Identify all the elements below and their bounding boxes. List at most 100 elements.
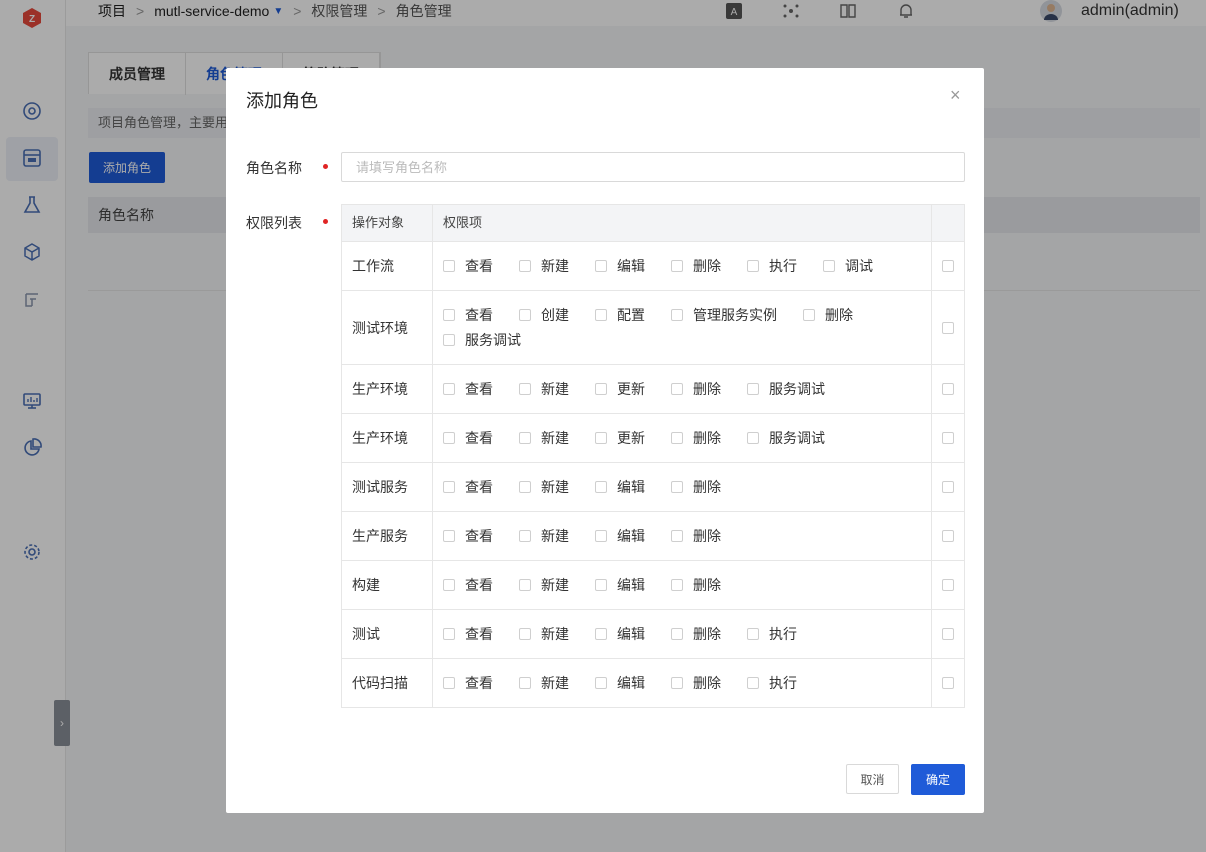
permission-checkbox-item[interactable]: 更新	[595, 430, 645, 446]
checkbox[interactable]	[519, 530, 531, 542]
permission-checkbox-item[interactable]: 创建	[519, 307, 569, 323]
checkbox[interactable]	[671, 383, 683, 395]
permission-checkbox-item[interactable]: 删除	[803, 307, 853, 323]
permission-checkbox-item[interactable]: 删除	[671, 675, 721, 691]
checkbox[interactable]	[671, 432, 683, 444]
checkbox[interactable]	[671, 309, 683, 321]
checkbox[interactable]	[595, 530, 607, 542]
permission-checkbox-item[interactable]: 删除	[671, 577, 721, 593]
checkbox[interactable]	[747, 260, 759, 272]
permission-checkbox-item[interactable]: 新建	[519, 479, 569, 495]
permission-checkbox-item[interactable]: 查看	[443, 307, 493, 323]
cancel-button[interactable]: 取消	[846, 764, 899, 794]
checkbox[interactable]	[671, 677, 683, 689]
checkbox[interactable]	[443, 628, 455, 640]
permission-checkbox-item[interactable]: 新建	[519, 577, 569, 593]
checkbox[interactable]	[519, 579, 531, 591]
select-all-checkbox[interactable]	[942, 432, 954, 444]
permission-checkbox-item[interactable]: 编辑	[595, 577, 645, 593]
permission-checkbox-item[interactable]: 删除	[671, 528, 721, 544]
permission-checkbox-item[interactable]: 执行	[747, 626, 797, 642]
select-all-checkbox[interactable]	[942, 481, 954, 493]
permission-checkbox-item[interactable]: 查看	[443, 430, 493, 446]
permission-checkbox-item[interactable]: 执行	[747, 675, 797, 691]
permission-checkbox-item[interactable]: 新建	[519, 528, 569, 544]
checkbox[interactable]	[443, 309, 455, 321]
permission-checkbox-item[interactable]: 编辑	[595, 258, 645, 274]
checkbox[interactable]	[747, 677, 759, 689]
checkbox[interactable]	[595, 677, 607, 689]
permission-checkbox-item[interactable]: 服务调试	[443, 332, 521, 348]
permission-checkbox-item[interactable]: 配置	[595, 307, 645, 323]
checkbox[interactable]	[443, 579, 455, 591]
checkbox[interactable]	[443, 432, 455, 444]
permission-checkbox-item[interactable]: 新建	[519, 430, 569, 446]
checkbox[interactable]	[519, 481, 531, 493]
permission-checkbox-item[interactable]: 服务调试	[747, 381, 825, 397]
checkbox[interactable]	[595, 628, 607, 640]
checkbox[interactable]	[671, 579, 683, 591]
permission-checkbox-item[interactable]: 查看	[443, 577, 493, 593]
permission-checkbox-item[interactable]: 编辑	[595, 626, 645, 642]
role-name-input[interactable]	[341, 152, 965, 182]
permission-checkbox-item[interactable]: 查看	[443, 479, 493, 495]
checkbox[interactable]	[747, 383, 759, 395]
checkbox[interactable]	[443, 530, 455, 542]
permission-checkbox-item[interactable]: 删除	[671, 430, 721, 446]
permission-checkbox-item[interactable]: 编辑	[595, 675, 645, 691]
checkbox[interactable]	[823, 260, 835, 272]
permission-checkbox-item[interactable]: 新建	[519, 381, 569, 397]
checkbox[interactable]	[443, 260, 455, 272]
checkbox[interactable]	[519, 628, 531, 640]
permission-checkbox-item[interactable]: 新建	[519, 258, 569, 274]
permission-checkbox-item[interactable]: 新建	[519, 675, 569, 691]
close-icon[interactable]: ×	[950, 85, 961, 106]
checkbox[interactable]	[519, 383, 531, 395]
permission-checkbox-item[interactable]: 删除	[671, 626, 721, 642]
select-all-checkbox[interactable]	[942, 677, 954, 689]
select-all-checkbox[interactable]	[942, 383, 954, 395]
permission-checkbox-item[interactable]: 调试	[823, 258, 873, 274]
permission-checkbox-item[interactable]: 删除	[671, 258, 721, 274]
checkbox[interactable]	[747, 432, 759, 444]
checkbox[interactable]	[519, 309, 531, 321]
checkbox[interactable]	[595, 579, 607, 591]
checkbox[interactable]	[519, 260, 531, 272]
checkbox[interactable]	[443, 677, 455, 689]
permission-checkbox-item[interactable]: 查看	[443, 528, 493, 544]
select-all-checkbox[interactable]	[942, 260, 954, 272]
checkbox[interactable]	[671, 481, 683, 493]
checkbox[interactable]	[803, 309, 815, 321]
checkbox[interactable]	[671, 530, 683, 542]
select-all-checkbox[interactable]	[942, 628, 954, 640]
permission-checkbox-item[interactable]: 删除	[671, 381, 721, 397]
checkbox[interactable]	[595, 383, 607, 395]
checkbox[interactable]	[671, 260, 683, 272]
permission-checkbox-item[interactable]: 查看	[443, 381, 493, 397]
confirm-button[interactable]: 确定	[911, 764, 965, 795]
checkbox[interactable]	[595, 481, 607, 493]
permission-checkbox-item[interactable]: 查看	[443, 258, 493, 274]
permission-checkbox-item[interactable]: 删除	[671, 479, 721, 495]
permission-checkbox-item[interactable]: 编辑	[595, 479, 645, 495]
checkbox[interactable]	[443, 481, 455, 493]
select-all-checkbox[interactable]	[942, 579, 954, 591]
permission-checkbox-item[interactable]: 查看	[443, 675, 493, 691]
permission-checkbox-item[interactable]: 执行	[747, 258, 797, 274]
checkbox[interactable]	[443, 383, 455, 395]
permission-checkbox-item[interactable]: 更新	[595, 381, 645, 397]
select-all-checkbox[interactable]	[942, 530, 954, 542]
permission-checkbox-item[interactable]: 编辑	[595, 528, 645, 544]
checkbox[interactable]	[443, 334, 455, 346]
permission-checkbox-item[interactable]: 新建	[519, 626, 569, 642]
checkbox[interactable]	[595, 432, 607, 444]
select-all-checkbox[interactable]	[942, 321, 954, 334]
checkbox[interactable]	[595, 260, 607, 272]
checkbox[interactable]	[519, 677, 531, 689]
permission-checkbox-item[interactable]: 查看	[443, 626, 493, 642]
checkbox[interactable]	[671, 628, 683, 640]
checkbox[interactable]	[519, 432, 531, 444]
checkbox[interactable]	[595, 309, 607, 321]
permission-checkbox-item[interactable]: 服务调试	[747, 430, 825, 446]
permission-checkbox-item[interactable]: 管理服务实例	[671, 307, 777, 323]
